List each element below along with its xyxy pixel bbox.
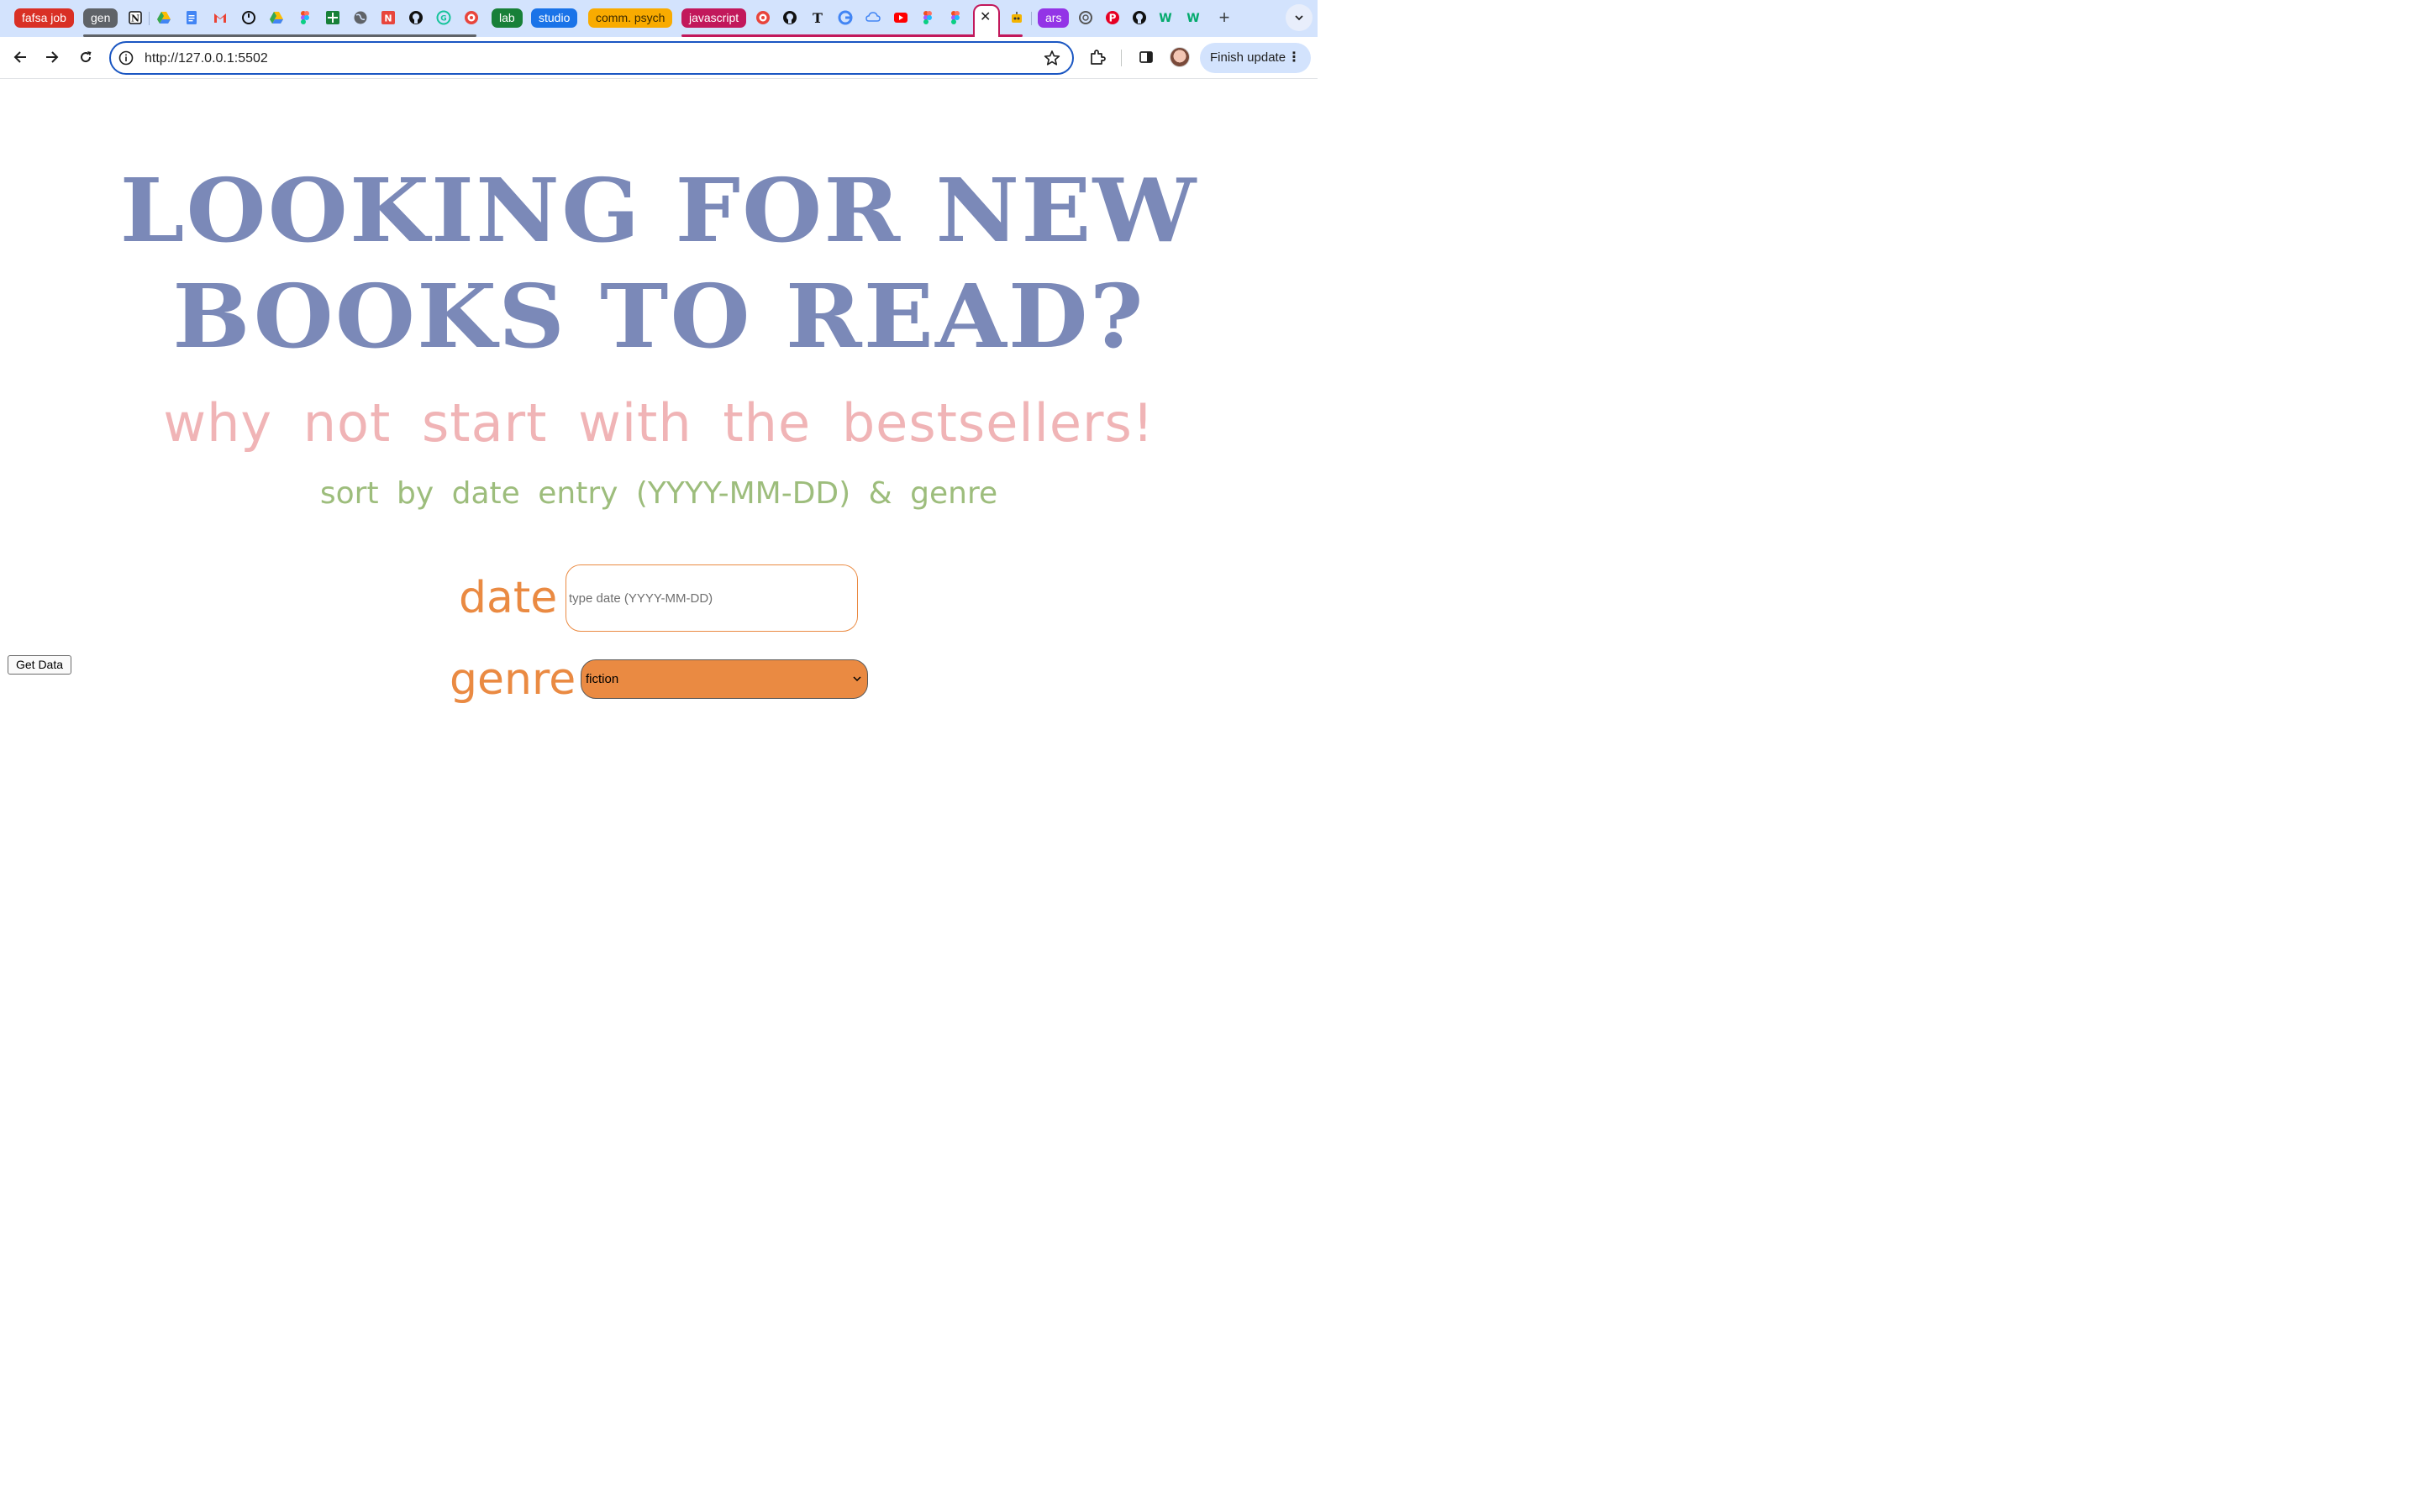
site-info-icon[interactable] <box>118 50 134 66</box>
tab-separator <box>149 12 150 25</box>
tab-group-label: lab <box>499 11 515 24</box>
tab-group-gen[interactable]: gen <box>83 8 118 28</box>
tab-group-ars[interactable]: ars <box>1038 8 1070 28</box>
date-label: date <box>459 573 558 623</box>
close-tab-icon[interactable]: ✕ <box>980 11 991 24</box>
cloud-icon[interactable] <box>865 9 881 26</box>
puzzle-icon <box>1091 50 1106 65</box>
headline-line-2: BOOKS TO READ? <box>172 265 1145 368</box>
genre-selected-value: fiction <box>586 672 619 686</box>
nytimes-icon[interactable]: T <box>809 9 826 26</box>
figma-icon[interactable] <box>919 9 936 26</box>
instruction-text: sort by date entry (YYYY-MM-DD) & genre <box>319 476 998 511</box>
back-button[interactable] <box>9 46 31 68</box>
address-bar[interactable]: http://127.0.0.1:5502 <box>109 41 1074 75</box>
figma-icon[interactable] <box>297 9 313 26</box>
gmail-icon[interactable] <box>212 9 229 26</box>
reload-icon <box>81 51 92 63</box>
w3schools-icon[interactable]: W <box>1186 9 1202 26</box>
google-sheets-icon[interactable] <box>324 9 341 26</box>
tab-separator <box>1031 12 1032 25</box>
finish-update-label: Finish update <box>1210 50 1286 65</box>
finish-update-button[interactable]: Finish update ⋮ <box>1200 43 1311 73</box>
google-drive-icon[interactable] <box>155 9 172 26</box>
chatgpt-icon[interactable] <box>1077 9 1094 26</box>
grammarly-icon[interactable]: G <box>435 9 452 26</box>
genre-select[interactable]: fiction <box>581 659 868 699</box>
tab-group-label: javascript <box>689 11 739 24</box>
get-data-button[interactable]: Get Data <box>8 655 71 675</box>
tab-group-studio[interactable]: studio <box>531 8 578 28</box>
youtube-icon[interactable] <box>892 9 909 26</box>
tab-group-label: fafsa job <box>22 11 66 24</box>
subheadline: why not start with the bestsellers! <box>163 392 1155 454</box>
github-icon[interactable] <box>781 9 798 26</box>
pinterest-icon[interactable]: P <box>1104 9 1121 26</box>
tab-strip: fafsa job gen N N G lab studio comm. psy… <box>0 0 1318 37</box>
browser-toolbar: http://127.0.0.1:5502 Finish update ⋮ <box>0 37 1318 79</box>
tab-group-comm-psych[interactable]: comm. psych <box>588 8 673 28</box>
tab-group-label: gen <box>91 11 111 24</box>
github-icon[interactable] <box>408 9 424 26</box>
ucla-icon[interactable] <box>463 9 480 26</box>
w3schools-icon[interactable]: W <box>1158 9 1175 26</box>
tab-group-label: comm. psych <box>596 11 666 24</box>
toolbar-divider <box>1121 50 1122 66</box>
arrow-left-icon <box>13 51 26 63</box>
address-text[interactable]: http://127.0.0.1:5502 <box>145 50 268 67</box>
svg-text:W: W <box>1159 12 1171 25</box>
google-drive-icon[interactable] <box>268 9 285 26</box>
news-icon[interactable]: N <box>380 9 397 26</box>
chevron-down-icon <box>853 676 861 682</box>
globe-icon[interactable] <box>352 9 369 26</box>
forward-button[interactable] <box>41 46 63 68</box>
tab-search-button[interactable] <box>1286 4 1313 31</box>
date-input[interactable] <box>566 564 858 632</box>
reload-button[interactable] <box>75 46 97 68</box>
tab-group-label: studio <box>539 11 571 24</box>
tab-group-javascript[interactable]: javascript <box>681 8 747 28</box>
svg-text:G: G <box>440 15 446 24</box>
ucla-icon[interactable] <box>755 9 771 26</box>
google-icon[interactable] <box>837 9 854 26</box>
active-tab[interactable]: ✕ <box>973 4 1000 37</box>
github-icon[interactable] <box>1131 9 1148 26</box>
svg-text:P: P <box>1109 13 1117 24</box>
new-tab-button[interactable]: + <box>1216 8 1233 27</box>
side-panel-button[interactable] <box>1137 48 1155 66</box>
svg-text:N: N <box>131 13 139 24</box>
genre-label: genre <box>450 654 576 705</box>
svg-text:T: T <box>813 10 823 25</box>
tab-group-label: ars <box>1045 11 1062 24</box>
chevron-down-icon <box>1295 15 1303 21</box>
bot-icon[interactable] <box>1008 9 1025 26</box>
arrow-right-icon <box>46 51 59 63</box>
kebab-menu-icon[interactable]: ⋮ <box>1287 43 1301 73</box>
tab-group-lab[interactable]: lab <box>492 8 523 28</box>
headline-line-1: LOOKING FOR NEW <box>119 159 1198 262</box>
figma-icon[interactable] <box>947 9 964 26</box>
timer-icon[interactable] <box>240 9 257 26</box>
bookmark-star-icon[interactable] <box>1044 50 1060 66</box>
google-docs-icon[interactable] <box>183 9 200 26</box>
svg-text:W: W <box>1186 12 1199 25</box>
svg-text:N: N <box>384 13 392 24</box>
profile-avatar[interactable] <box>1170 47 1190 67</box>
tab-group-fafsa-job[interactable]: fafsa job <box>14 8 74 28</box>
extensions-button[interactable] <box>1088 48 1107 66</box>
side-panel-icon <box>1139 51 1153 63</box>
notion-icon[interactable]: N <box>127 9 144 26</box>
